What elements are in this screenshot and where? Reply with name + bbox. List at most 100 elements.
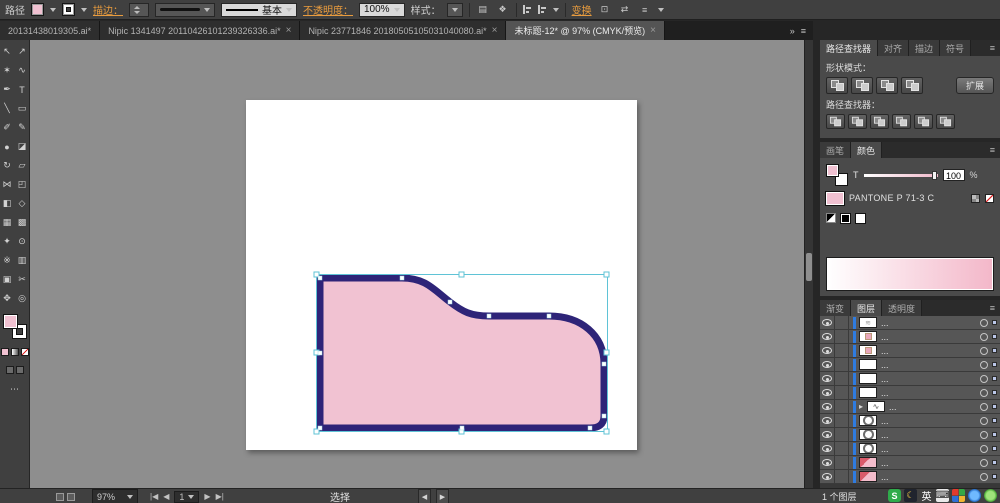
layer-row[interactable]: ... [820,456,1000,470]
panel-tab[interactable]: 画笔 [820,142,852,158]
blend-tool[interactable]: ⊙ [15,235,29,248]
layer-row[interactable]: ... [820,372,1000,386]
pantone-swatch[interactable] [826,191,844,205]
white-swatch[interactable] [855,212,866,224]
fill-swatch[interactable] [2,314,18,329]
scroll-left-button[interactable]: ◀ [418,489,431,503]
panel-tab[interactable]: 路径查找器 [820,40,879,56]
panel-menu-icon[interactable]: ≡ [985,142,1000,158]
minus-back-button[interactable] [936,114,955,129]
layer-lock-cell[interactable] [835,442,849,455]
document-tab[interactable]: 未标题-12* @ 97% (CMYK/预览) × [506,21,665,40]
layer-target-icon[interactable] [980,430,988,439]
blob-brush-tool[interactable]: ● [0,140,14,153]
layer-lock-cell[interactable] [835,470,849,483]
none-mode-button[interactable] [20,348,29,356]
color-grid-icon[interactable] [971,193,980,203]
isolate-icon[interactable]: ⊡ [598,4,612,16]
rotate-tool[interactable]: ↻ [0,159,14,172]
status-icon[interactable] [56,492,64,501]
gradient-mode-button[interactable] [10,348,19,356]
layer-row[interactable]: ... [820,344,1000,358]
tab-overflow-icon[interactable]: » [790,26,795,36]
fill-swatch[interactable] [826,164,839,177]
arrange-icon[interactable]: ⇄ [618,4,632,16]
tab-menu-icon[interactable]: ≡ [801,26,806,36]
layer-row[interactable]: ... [820,442,1000,456]
stroke-panel-link[interactable]: 描边： [93,2,123,17]
layer-lock-cell[interactable] [835,316,849,329]
layer-lock-cell[interactable] [835,400,849,413]
minus-front-button[interactable] [851,77,873,94]
layer-visibility-toggle[interactable] [820,316,835,329]
layer-visibility-toggle[interactable] [820,344,835,357]
document-tab[interactable]: Nipic 1341497 20110426101239326336.ai* × [100,21,301,40]
layer-target-icon[interactable] [980,444,988,453]
symbol-sprayer-tool[interactable]: ※ [0,254,14,267]
align-icon[interactable] [522,5,532,14]
layer-target-icon[interactable] [980,458,988,467]
trim-button[interactable] [848,114,867,129]
tab-close-icon[interactable]: × [286,25,292,36]
artboard-tool[interactable]: ▣ [0,273,14,286]
fill-color-swatch[interactable] [31,3,44,16]
selection-tool[interactable]: ↖ [0,45,14,58]
panel-menu-icon[interactable]: ≡ [985,300,1000,316]
rectangle-tool[interactable]: ▭ [15,102,29,115]
layer-target-icon[interactable] [980,360,988,369]
layer-lock-cell[interactable] [835,414,849,427]
brush-definition-select[interactable]: 基本 [221,2,297,17]
layer-target-icon[interactable] [980,472,988,481]
document-tab[interactable]: Nipic 23771846 20180505105031040080.ai* × [300,21,507,40]
transform-link[interactable]: 变换 [572,2,592,17]
width-profile-select[interactable] [155,2,215,17]
panel-options-icon[interactable]: ≡ [638,4,652,16]
none-swatch-icon[interactable] [985,193,994,203]
artboard-number-select[interactable]: 1 [174,490,200,503]
layer-lock-cell[interactable] [835,372,849,385]
layer-lock-cell[interactable] [835,344,849,357]
panel-tab[interactable]: 渐变 [820,300,852,316]
scroll-right-button[interactable]: ▶ [436,489,449,503]
prev-artboard-button[interactable]: ◀ [163,492,169,501]
line-tool[interactable]: ╲ [0,102,14,115]
expand-button[interactable]: 扩展 [955,77,994,94]
toolbar-more-icon[interactable]: ⋯ [10,384,19,395]
hand-tool[interactable]: ✥ [0,292,14,305]
layer-lock-cell[interactable] [835,386,849,399]
chevron-down-icon[interactable] [657,7,664,12]
mesh-tool[interactable]: ▦ [0,216,14,229]
layer-target-icon[interactable] [980,388,988,397]
tab-close-icon[interactable]: × [492,25,498,36]
fill-stroke-proxy-small[interactable] [826,164,848,186]
zoom-tool[interactable]: ◎ [15,292,29,305]
next-artboard-button[interactable]: ▶ [204,492,210,501]
layer-visibility-toggle[interactable] [820,470,835,483]
eyedropper-tool[interactable]: ✦ [0,235,14,248]
layer-visibility-toggle[interactable] [820,442,835,455]
blue-circle-tray-icon[interactable] [968,489,981,502]
free-transform-tool[interactable]: ◰ [15,178,29,191]
layer-visibility-toggle[interactable] [820,386,835,399]
vertical-scrollbar[interactable] [804,40,813,488]
moon-icon[interactable]: ☾ [904,489,917,502]
layer-target-icon[interactable] [980,332,988,341]
outline-button[interactable] [914,114,933,129]
panel-tab[interactable]: 符号 [940,40,972,56]
intersect-button[interactable] [876,77,898,94]
green-circle-tray-icon[interactable] [984,489,997,502]
stroke-weight-select[interactable] [129,2,149,17]
layer-visibility-toggle[interactable] [820,358,835,371]
fill-dropdown-icon[interactable] [50,7,56,12]
magic-wand-tool[interactable]: ✶ [0,64,14,77]
color-mode-button[interactable] [0,348,9,356]
crop-button[interactable] [892,114,911,129]
graph-tool[interactable]: ▥ [15,254,29,267]
layer-lock-cell[interactable] [835,358,849,371]
zoom-select[interactable]: 97% [92,489,138,503]
document-tab[interactable]: 20131438019305.ai* [0,21,101,40]
divide-button[interactable] [826,114,845,129]
shape-builder-tool[interactable]: ◧ [0,197,14,210]
layer-visibility-toggle[interactable] [820,428,835,441]
layer-visibility-toggle[interactable] [820,414,835,427]
